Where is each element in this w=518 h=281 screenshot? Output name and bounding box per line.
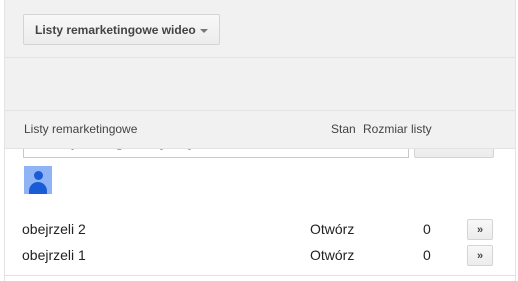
search-bar: Szukaj xyxy=(5,58,515,158)
list-name: obejrzeli 1 xyxy=(22,247,86,263)
chevron-down-icon xyxy=(200,29,208,33)
column-header-size: Rozmiar listy xyxy=(363,122,432,136)
row-details-button[interactable]: » xyxy=(467,219,493,240)
list-status: Otwórz xyxy=(310,221,355,237)
row-details-button[interactable]: » xyxy=(467,245,493,266)
list-status: Otwórz xyxy=(310,247,355,263)
column-header-status: Stan xyxy=(331,122,356,136)
user-icon xyxy=(24,166,52,194)
table-row: obejrzeli 2 Otwórz 0 » xyxy=(5,217,515,242)
remarketing-panel: Listy remarketingowe wideo Szukaj Listy … xyxy=(4,0,516,281)
table-row: obejrzeli 1 Otwórz 0 » xyxy=(5,243,515,268)
list-size: 0 xyxy=(423,221,431,237)
list-name: obejrzeli 2 xyxy=(22,221,86,237)
list-size: 0 xyxy=(423,247,431,263)
list-type-dropdown[interactable]: Listy remarketingowe wideo xyxy=(23,14,220,45)
toolbar: Listy remarketingowe wideo xyxy=(5,0,515,58)
dropdown-label: Listy remarketingowe wideo xyxy=(35,22,196,37)
divider xyxy=(5,275,515,276)
column-header-name: Listy remarketingowe xyxy=(24,122,138,136)
